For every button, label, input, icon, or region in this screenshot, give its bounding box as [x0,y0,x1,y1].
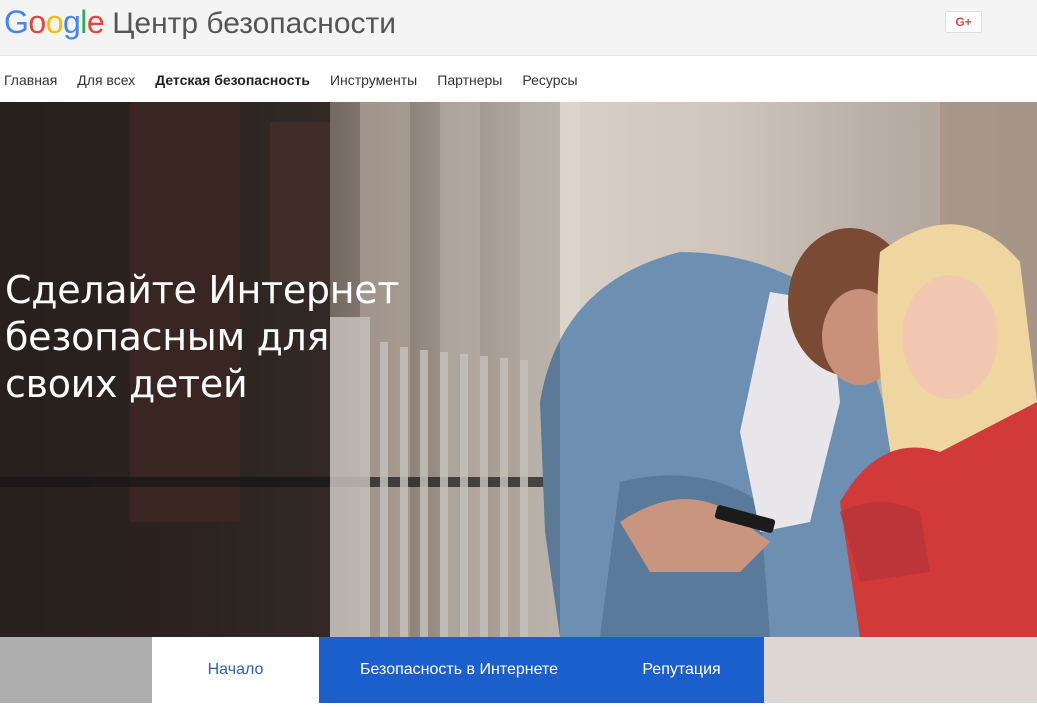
site-title: Центр безопасности [112,7,397,40]
nav-item-home[interactable]: Главная [4,72,57,88]
tabbar-bottom-edge [0,703,1037,707]
nav-item-resources[interactable]: Ресурсы [522,72,577,88]
main-nav: Главная Для всех Детская безопасность Ин… [0,57,1037,102]
nav-item-for-everyone[interactable]: Для всех [77,72,135,88]
tabbar-left-spacer [0,637,152,707]
nav-item-child-safety[interactable]: Детская безопасность [155,72,310,88]
hero-headline-line-2: безопасным для [5,315,330,359]
tabbar-right-spacer [764,637,1037,707]
google-plus-share-button[interactable]: G+ [945,11,982,33]
tab-reputation[interactable]: Репутация [599,637,764,703]
google-wordmark: Google [4,4,105,40]
tab-online-safety[interactable]: Безопасность в Интернете [319,637,599,703]
google-logo[interactable]: Google Центр безопасности [4,4,396,41]
site-header: Google Центр безопасности G+ [0,0,1037,56]
hero-banner: Сделайте Интернет безопасным для своих д… [0,102,1037,637]
hero-headline-line-3: своих детей [5,362,248,406]
section-tabs: Начало Безопасность в Интернете Репутаци… [0,637,1037,707]
nav-item-partners[interactable]: Партнеры [437,72,502,88]
nav-item-tools[interactable]: Инструменты [330,72,417,88]
hero-headline-line-1: Сделайте Интернет [5,268,400,312]
tab-start[interactable]: Начало [152,637,319,703]
hero-headline: Сделайте Интернет безопасным для своих д… [5,267,425,408]
